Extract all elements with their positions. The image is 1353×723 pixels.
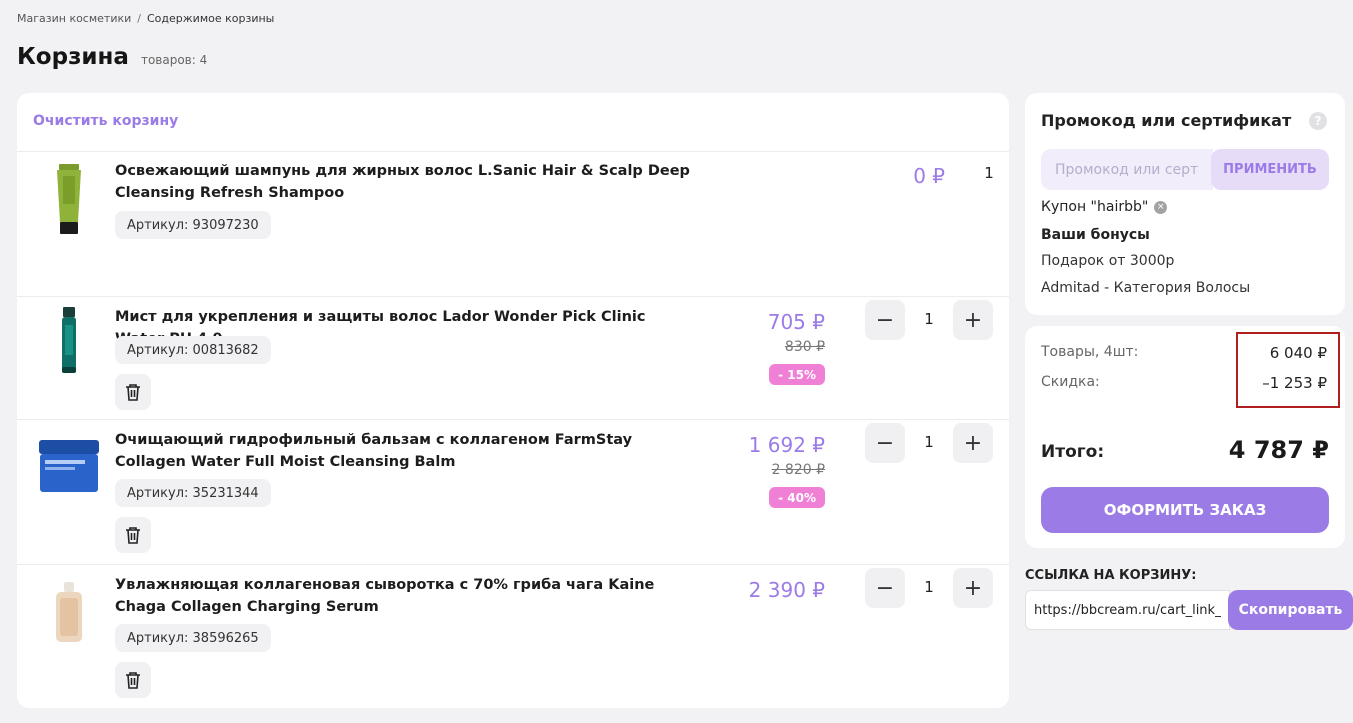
goods-label: Товары, 4шт: [1041,344,1139,360]
total-value: 4 787 ₽ [1228,436,1329,464]
delete-button[interactable] [115,517,151,553]
quantity-value: 1 [924,578,934,596]
total-label: Итого: [1041,442,1105,462]
cart-item: Мист для укрепления и защиты волос Lador… [17,296,1009,419]
cart-item: Освежающий шампунь для жирных волос L.Sa… [17,151,1009,296]
trash-icon [126,384,140,401]
cart-panel: Очистить корзину Освежающий шампунь для … [17,93,1009,708]
promo-title: Промокод или сертификат [1041,111,1292,130]
article-badge: Артикул: 35231344 [115,479,271,507]
product-image[interactable] [35,301,103,381]
product-image[interactable] [35,572,103,652]
cart-link-field[interactable] [1025,590,1230,630]
cart-item: Очищающий гидрофильный бальзам с коллаге… [17,419,1009,564]
copy-link-button[interactable]: Скопировать [1228,590,1353,630]
article-badge: Артикул: 00813682 [115,336,271,364]
product-price: 2 390 ₽ [748,578,825,602]
trash-icon [126,672,140,689]
decrease-button[interactable]: − [865,423,905,463]
blue-balm-jar-icon [39,440,99,492]
promo-panel: Промокод или сертификат ? ПРИМЕНИТЬ Купо… [1025,93,1345,315]
order-summary-panel: Товары, 4шт: 6 040 ₽ Скидка: –1 253 ₽ Ит… [1025,326,1345,548]
cart-item: Увлажняющая коллагеновая сыворотка с 70%… [17,564,1009,708]
old-price: 2 820 ₽ [771,462,825,478]
quantity-value: 1 [924,310,934,328]
cart-link-title: ССЫЛКА НА КОРЗИНУ: [1025,568,1197,583]
increase-button[interactable]: + [953,300,993,340]
discount-badge: - 15% [769,364,825,385]
title-row: Корзина товаров: 4 [17,44,207,70]
breadcrumb-home-link[interactable]: Магазин косметики [17,12,131,25]
green-shampoo-tube-icon [57,164,81,234]
page-title: Корзина [17,44,129,70]
beige-serum-bottle-icon [56,582,82,642]
teal-mist-bottle-icon [62,307,76,373]
product-name[interactable]: Увлажняющая коллагеновая сыворотка с 70%… [115,574,695,618]
trash-icon [126,527,140,544]
article-badge: Артикул: 93097230 [115,211,271,239]
product-price: 705 ₽ [767,310,825,334]
bonus-item: Подарок от 3000р [1041,253,1175,269]
applied-coupon: Купон "hairbb" × [1041,199,1168,215]
product-image[interactable] [35,425,103,505]
checkout-button[interactable]: ОФОРМИТЬ ЗАКАЗ [1041,487,1329,533]
old-price: 830 ₽ [784,339,825,355]
bonuses-title: Ваши бонусы [1041,227,1150,243]
product-price: 1 692 ₽ [748,433,825,457]
product-name[interactable]: Освежающий шампунь для жирных волос L.Sa… [115,160,695,204]
product-price: 0 ₽ [913,164,945,188]
remove-coupon-icon[interactable]: × [1154,200,1168,214]
product-name[interactable]: Очищающий гидрофильный бальзам с коллаге… [115,429,695,473]
quantity-value: 1 [984,164,994,182]
highlight-box [1236,332,1340,408]
items-count: товаров: 4 [140,53,208,67]
breadcrumb-separator: / [137,12,141,25]
article-badge: Артикул: 38596265 [115,624,271,652]
bonus-item: Admitad - Категория Волосы [1041,280,1251,296]
help-icon[interactable]: ? [1309,112,1327,130]
clear-cart-link[interactable]: Очистить корзину [33,113,178,129]
breadcrumb-current: Содержимое корзины [147,12,275,25]
quantity-value: 1 [924,433,934,451]
discount-label: Скидка: [1041,374,1100,390]
apply-promo-button[interactable]: ПРИМЕНИТЬ [1211,149,1329,190]
decrease-button[interactable]: − [865,568,905,608]
delete-button[interactable] [115,662,151,698]
delete-button[interactable] [115,374,151,410]
increase-button[interactable]: + [953,423,993,463]
breadcrumb: Магазин косметики / Содержимое корзины [17,12,274,25]
promo-code-input[interactable] [1041,149,1213,190]
discount-badge: - 40% [769,487,825,508]
decrease-button[interactable]: − [865,300,905,340]
coupon-label: Купон "hairbb" [1041,199,1149,215]
product-image[interactable] [35,159,103,239]
increase-button[interactable]: + [953,568,993,608]
